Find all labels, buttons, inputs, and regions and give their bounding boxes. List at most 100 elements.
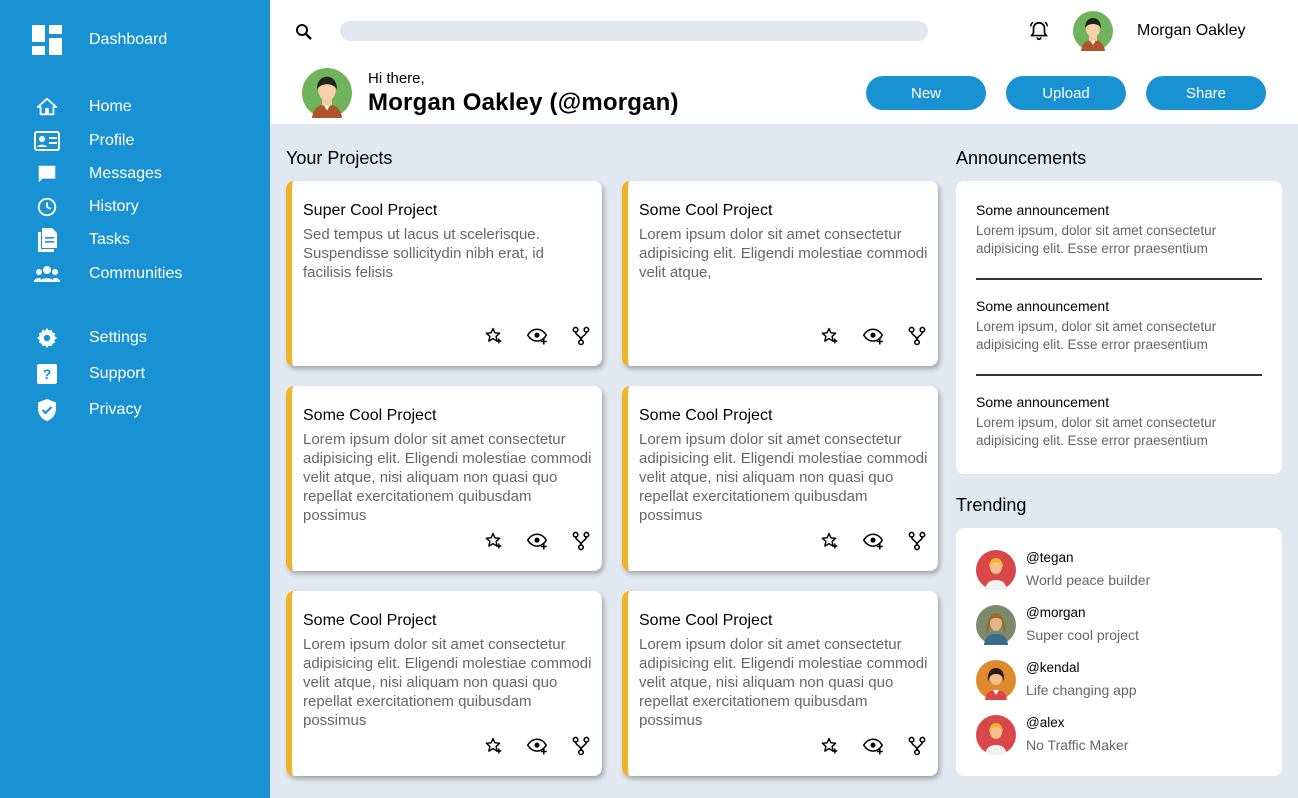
svg-text:?: ? bbox=[43, 366, 52, 382]
star-add-icon[interactable] bbox=[818, 530, 840, 552]
sidebar-item-communities[interactable]: Communities bbox=[34, 261, 254, 287]
messages-icon bbox=[34, 161, 60, 187]
history-icon bbox=[34, 194, 60, 220]
fork-icon[interactable] bbox=[570, 325, 592, 347]
greeting: Hi there, bbox=[368, 70, 425, 87]
project-title: Some Cool Project bbox=[303, 612, 437, 629]
sidebar-item-label: Privacy bbox=[89, 401, 142, 418]
trending-item[interactable]: @kendal Life changing app bbox=[976, 660, 1256, 700]
project-card[interactable]: Super Cool Project Sed tempus ut lacus ut… bbox=[286, 181, 602, 366]
avatar bbox=[976, 550, 1016, 590]
share-button[interactable]: Share bbox=[1146, 76, 1266, 110]
star-add-icon[interactable] bbox=[818, 325, 840, 347]
star-add-icon[interactable] bbox=[482, 325, 504, 347]
announcements-title: Announcements bbox=[956, 148, 1087, 168]
watch-eye-icon[interactable] bbox=[862, 530, 884, 552]
trending-description: Life changing app bbox=[1026, 682, 1137, 698]
search-icon[interactable] bbox=[294, 22, 314, 42]
watch-eye-icon[interactable] bbox=[526, 530, 548, 552]
fork-icon[interactable] bbox=[906, 325, 928, 347]
fork-icon[interactable] bbox=[570, 735, 592, 757]
profile-card-icon bbox=[34, 128, 60, 154]
watch-eye-icon[interactable] bbox=[526, 325, 548, 347]
fork-icon[interactable] bbox=[906, 735, 928, 757]
communities-icon bbox=[34, 261, 60, 287]
trending-item[interactable]: @alex No Traffic Maker bbox=[976, 715, 1256, 755]
sidebar-item-profile[interactable]: Profile bbox=[34, 128, 254, 154]
sidebar-item-settings[interactable]: Settings bbox=[34, 325, 254, 351]
trending-handle: @kendal bbox=[1026, 660, 1080, 675]
fork-icon[interactable] bbox=[570, 530, 592, 552]
announcements-panel: Some announcement Lorem ipsum, dolor sit… bbox=[956, 181, 1282, 474]
sidebar-item-label: Communities bbox=[89, 265, 183, 282]
watch-eye-icon[interactable] bbox=[862, 325, 884, 347]
trending-item[interactable]: @morgan Super cool project bbox=[976, 605, 1256, 645]
project-description: Lorem ipsum dolor sit amet consectetur a… bbox=[639, 431, 928, 524]
fork-icon[interactable] bbox=[906, 530, 928, 552]
project-card[interactable]: Some Cool Project Lorem ipsum dolor sit a… bbox=[622, 386, 938, 571]
trending-description: World peace builder bbox=[1026, 572, 1151, 588]
avatar[interactable] bbox=[1073, 11, 1113, 51]
announcement-item[interactable]: Some announcement Lorem ipsum, dolor sit… bbox=[976, 394, 1262, 450]
project-card[interactable]: Some Cool Project Lorem ipsum dolor sit a… bbox=[286, 386, 602, 571]
sidebar-item-history[interactable]: History bbox=[34, 194, 254, 220]
avatar bbox=[976, 715, 1016, 755]
sidebar-item-privacy[interactable]: Privacy bbox=[34, 397, 254, 423]
bell-icon[interactable] bbox=[1028, 20, 1050, 42]
star-add-icon[interactable] bbox=[482, 735, 504, 757]
project-description: Lorem ipsum dolor sit amet consectetur a… bbox=[639, 636, 928, 729]
tasks-icon bbox=[34, 227, 60, 253]
project-card[interactable]: Some Cool Project Lorem ipsum dolor sit a… bbox=[286, 591, 602, 776]
sidebar-item-label: Support bbox=[89, 365, 146, 382]
project-description: Sed tempus ut lacus ut scelerisque. Susp… bbox=[303, 226, 544, 281]
top-header: Morgan Oakley Hi there, Morgan Oakley (@… bbox=[270, 0, 1298, 124]
brand-label: Dashboard bbox=[89, 31, 168, 48]
project-card[interactable]: Some Cool Project Lorem ipsum dolor sit a… bbox=[622, 591, 938, 776]
sidebar-brand[interactable]: Dashboard bbox=[32, 25, 167, 60]
trending-item[interactable]: @tegan World peace builder bbox=[976, 550, 1256, 590]
new-button[interactable]: New bbox=[866, 76, 986, 110]
sidebar: Dashboard Home Profile Messages History … bbox=[0, 0, 270, 798]
announcement-item[interactable]: Some announcement Lorem ipsum, dolor sit… bbox=[976, 202, 1262, 258]
project-actions bbox=[482, 735, 592, 757]
sidebar-item-label: Messages bbox=[89, 165, 162, 182]
star-add-icon[interactable] bbox=[482, 530, 504, 552]
announcement-item[interactable]: Some announcement Lorem ipsum, dolor sit… bbox=[976, 298, 1262, 354]
trending-handle: @morgan bbox=[1026, 605, 1086, 620]
star-add-icon[interactable] bbox=[818, 735, 840, 757]
trending-description: No Traffic Maker bbox=[1026, 737, 1129, 753]
project-card[interactable]: Some Cool Project Lorem ipsum dolor sit a… bbox=[622, 181, 938, 366]
avatar bbox=[976, 660, 1016, 700]
sidebar-item-messages[interactable]: Messages bbox=[34, 161, 254, 187]
upload-button[interactable]: Upload bbox=[1006, 76, 1126, 110]
sidebar-item-support[interactable]: ? Support bbox=[34, 361, 254, 387]
profile-avatar bbox=[302, 68, 352, 118]
project-description: Lorem ipsum dolor sit amet consectetur a… bbox=[303, 431, 592, 524]
dashboard-icon bbox=[32, 25, 62, 60]
project-description: Lorem ipsum dolor sit amet consectetur a… bbox=[303, 636, 592, 729]
gear-icon bbox=[34, 325, 60, 351]
trending-title: Trending bbox=[956, 495, 1027, 515]
project-title: Some Cool Project bbox=[639, 202, 773, 219]
divider bbox=[976, 374, 1262, 376]
trending-handle: @tegan bbox=[1026, 550, 1074, 565]
sidebar-item-label: Home bbox=[89, 98, 132, 115]
home-icon bbox=[34, 94, 60, 120]
project-actions bbox=[482, 325, 592, 347]
project-actions bbox=[818, 325, 928, 347]
user-name[interactable]: Morgan Oakley bbox=[1137, 22, 1246, 40]
sidebar-item-tasks[interactable]: Tasks bbox=[34, 227, 254, 253]
projects-title: Your Projects bbox=[286, 148, 393, 168]
search-input[interactable] bbox=[340, 21, 928, 41]
sidebar-item-home[interactable]: Home bbox=[34, 94, 254, 120]
watch-eye-icon[interactable] bbox=[862, 735, 884, 757]
announcement-text: Lorem ipsum, dolor sit amet consectetur … bbox=[976, 223, 1217, 256]
sidebar-item-label: Tasks bbox=[89, 231, 130, 248]
sidebar-item-label: Settings bbox=[89, 329, 147, 346]
project-title: Some Cool Project bbox=[639, 612, 773, 629]
watch-eye-icon[interactable] bbox=[526, 735, 548, 757]
project-title: Super Cool Project bbox=[303, 202, 438, 219]
profile-full-name: Morgan Oakley (@morgan) bbox=[368, 89, 679, 116]
project-title: Some Cool Project bbox=[639, 407, 773, 424]
project-actions bbox=[482, 530, 592, 552]
